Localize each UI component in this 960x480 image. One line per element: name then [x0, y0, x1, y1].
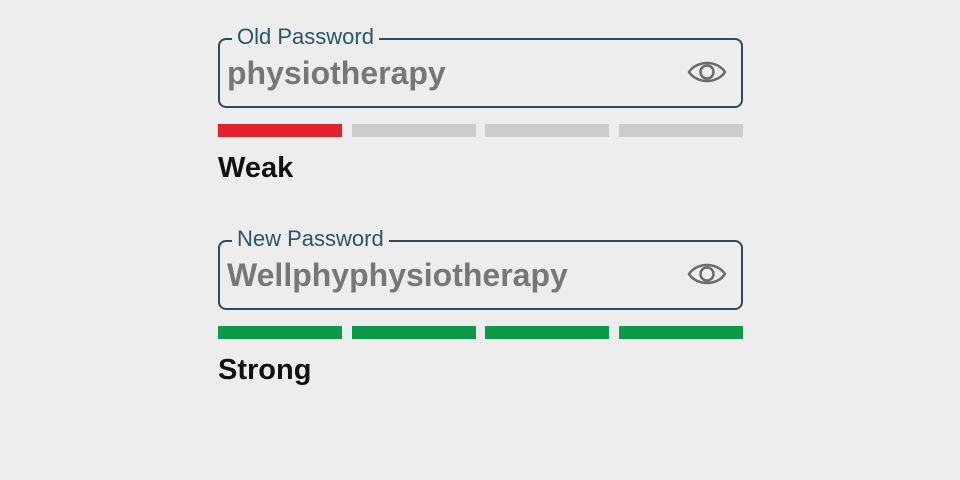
old-password-section: Old Password Weak	[218, 24, 743, 185]
old-password-strength-meter	[218, 124, 743, 137]
new-password-strength-meter	[218, 326, 743, 339]
old-password-input[interactable]	[227, 40, 681, 106]
strength-segment	[218, 124, 342, 137]
strength-segment	[618, 124, 743, 137]
strength-segment	[351, 326, 476, 339]
new-password-strength-label: Strong	[218, 354, 312, 386]
eye-icon[interactable]	[687, 57, 727, 87]
old-password-strength-label: Weak	[218, 152, 294, 184]
eye-icon[interactable]	[687, 259, 727, 289]
new-password-field[interactable]: New Password	[218, 226, 743, 310]
new-password-section: New Password Strong	[218, 226, 743, 387]
new-password-input[interactable]	[227, 242, 681, 308]
password-change-form: Old Password Weak New Password	[0, 0, 960, 480]
strength-segment	[485, 326, 610, 339]
strength-segment	[351, 124, 476, 137]
strength-segment	[618, 326, 743, 339]
strength-segment	[485, 124, 610, 137]
strength-segment	[218, 326, 342, 339]
old-password-field[interactable]: Old Password	[218, 24, 743, 108]
